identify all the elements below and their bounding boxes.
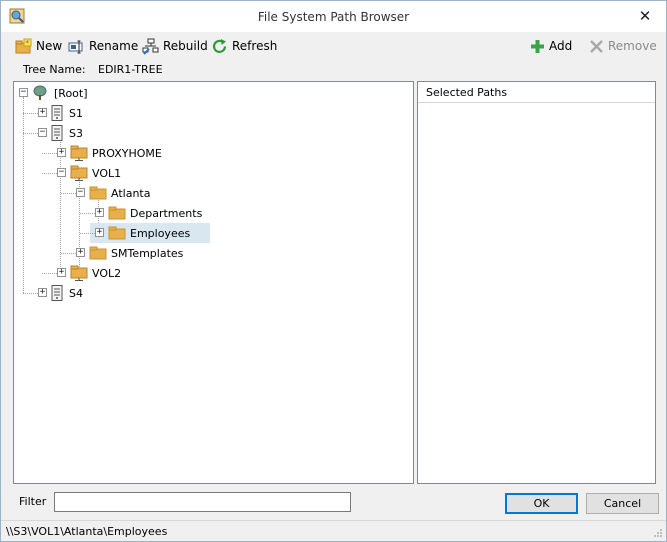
toolbar: * New Rename Rebuild Refresh Add Remove — [1, 32, 666, 59]
selected-paths-list[interactable]: Selected Paths — [417, 81, 656, 484]
add-button[interactable]: Add — [530, 36, 572, 56]
tree-guide-line — [23, 133, 38, 134]
tree-node-label[interactable]: Employees — [130, 227, 190, 240]
tree-guide-line — [23, 293, 38, 294]
remove-button[interactable]: Remove — [589, 36, 657, 56]
ok-button[interactable]: OK — [505, 493, 578, 514]
tree-node-label[interactable]: Departments — [130, 207, 202, 220]
new-button-label: New — [36, 39, 63, 53]
svg-text:*: * — [26, 39, 30, 47]
tree-name-value: EDIR1-TREE — [98, 63, 163, 76]
plus-icon — [531, 39, 544, 53]
folder-icon — [108, 225, 126, 243]
tree-node-label[interactable]: [Root] — [54, 87, 88, 100]
rename-button-label: Rename — [89, 39, 139, 53]
rename-button[interactable]: Rename — [68, 36, 138, 56]
tree-node-label[interactable]: S1 — [69, 107, 83, 120]
tree-guide-line — [61, 193, 76, 194]
tree-node-label[interactable]: VOL2 — [92, 267, 121, 280]
tree-node-label[interactable]: S4 — [69, 287, 83, 300]
expand-icon[interactable]: + — [38, 288, 47, 297]
refresh-button[interactable]: Refresh — [211, 36, 277, 56]
remove-button-label: Remove — [608, 39, 657, 53]
tree-node-label[interactable]: PROXYHOME — [92, 147, 162, 160]
close-icon[interactable]: ✕ — [638, 7, 652, 25]
server-icon — [51, 285, 63, 304]
tree-node-label[interactable]: SMTemplates — [111, 247, 183, 260]
tree-guide-line — [42, 173, 57, 174]
current-path-status: \\S3\VOL1\Atlanta\Employees — [6, 525, 168, 538]
directory-tree[interactable]: − [Root] + S1− S3 + PROXYHOME − VOL1− Atlanta + Dep… — [13, 81, 414, 484]
expand-icon[interactable]: + — [38, 108, 47, 117]
rename-icon — [68, 40, 83, 53]
expand-icon[interactable]: + — [95, 208, 104, 217]
new-folder-icon: * — [15, 38, 32, 53]
remove-x-icon — [590, 39, 603, 53]
collapse-icon[interactable]: − — [19, 88, 28, 97]
tree-guide-line — [42, 153, 57, 154]
expand-icon[interactable]: + — [57, 148, 66, 157]
cancel-button[interactable]: Cancel — [586, 493, 659, 514]
tree-node-label[interactable]: VOL1 — [92, 167, 121, 180]
tree-guide-line — [80, 233, 95, 234]
rebuild-icon — [142, 38, 159, 55]
tree-guide-line — [23, 113, 38, 114]
filter-label: Filter — [19, 495, 47, 508]
status-bar: \\S3\VOL1\Atlanta\Employees — [1, 520, 666, 541]
expand-icon[interactable]: + — [57, 268, 66, 277]
tree-guide-line — [42, 273, 57, 274]
folder-icon — [89, 245, 107, 263]
volume-icon — [70, 145, 88, 164]
title-bar[interactable]: File System Path Browser ✕ — [1, 1, 666, 32]
new-button[interactable]: * New — [15, 36, 62, 56]
volume-icon — [70, 265, 88, 284]
folder-icon — [108, 205, 126, 223]
server-icon — [51, 105, 63, 124]
resize-grip-icon[interactable] — [653, 528, 663, 538]
expand-icon[interactable]: + — [95, 228, 104, 237]
tree-node-label[interactable]: Atlanta — [111, 187, 150, 200]
path-browser-window: File System Path Browser ✕ * New Rename — [0, 0, 667, 542]
volume-icon — [70, 165, 88, 184]
collapse-icon[interactable]: − — [57, 168, 66, 177]
server-icon — [51, 125, 63, 144]
filter-input[interactable] — [54, 492, 351, 512]
window-title: File System Path Browser — [257, 10, 410, 24]
selected-paths-header[interactable]: Selected Paths — [418, 82, 655, 103]
tree-guide-line — [80, 213, 95, 214]
expand-icon[interactable]: + — [76, 248, 85, 257]
refresh-button-label: Refresh — [232, 39, 278, 53]
tree-guide-line — [23, 97, 24, 293]
tree-node-label[interactable]: S3 — [69, 127, 83, 140]
add-button-label: Add — [549, 39, 573, 53]
tree-root-icon — [32, 85, 48, 104]
refresh-icon — [212, 38, 227, 53]
folder-icon — [89, 185, 107, 203]
collapse-icon[interactable]: − — [38, 128, 47, 137]
rebuild-button[interactable]: Rebuild — [142, 36, 208, 56]
tree-name-label: Tree Name: — [23, 63, 86, 76]
rebuild-button-label: Rebuild — [163, 39, 208, 53]
collapse-icon[interactable]: − — [76, 188, 85, 197]
tree-guide-line — [61, 253, 76, 254]
